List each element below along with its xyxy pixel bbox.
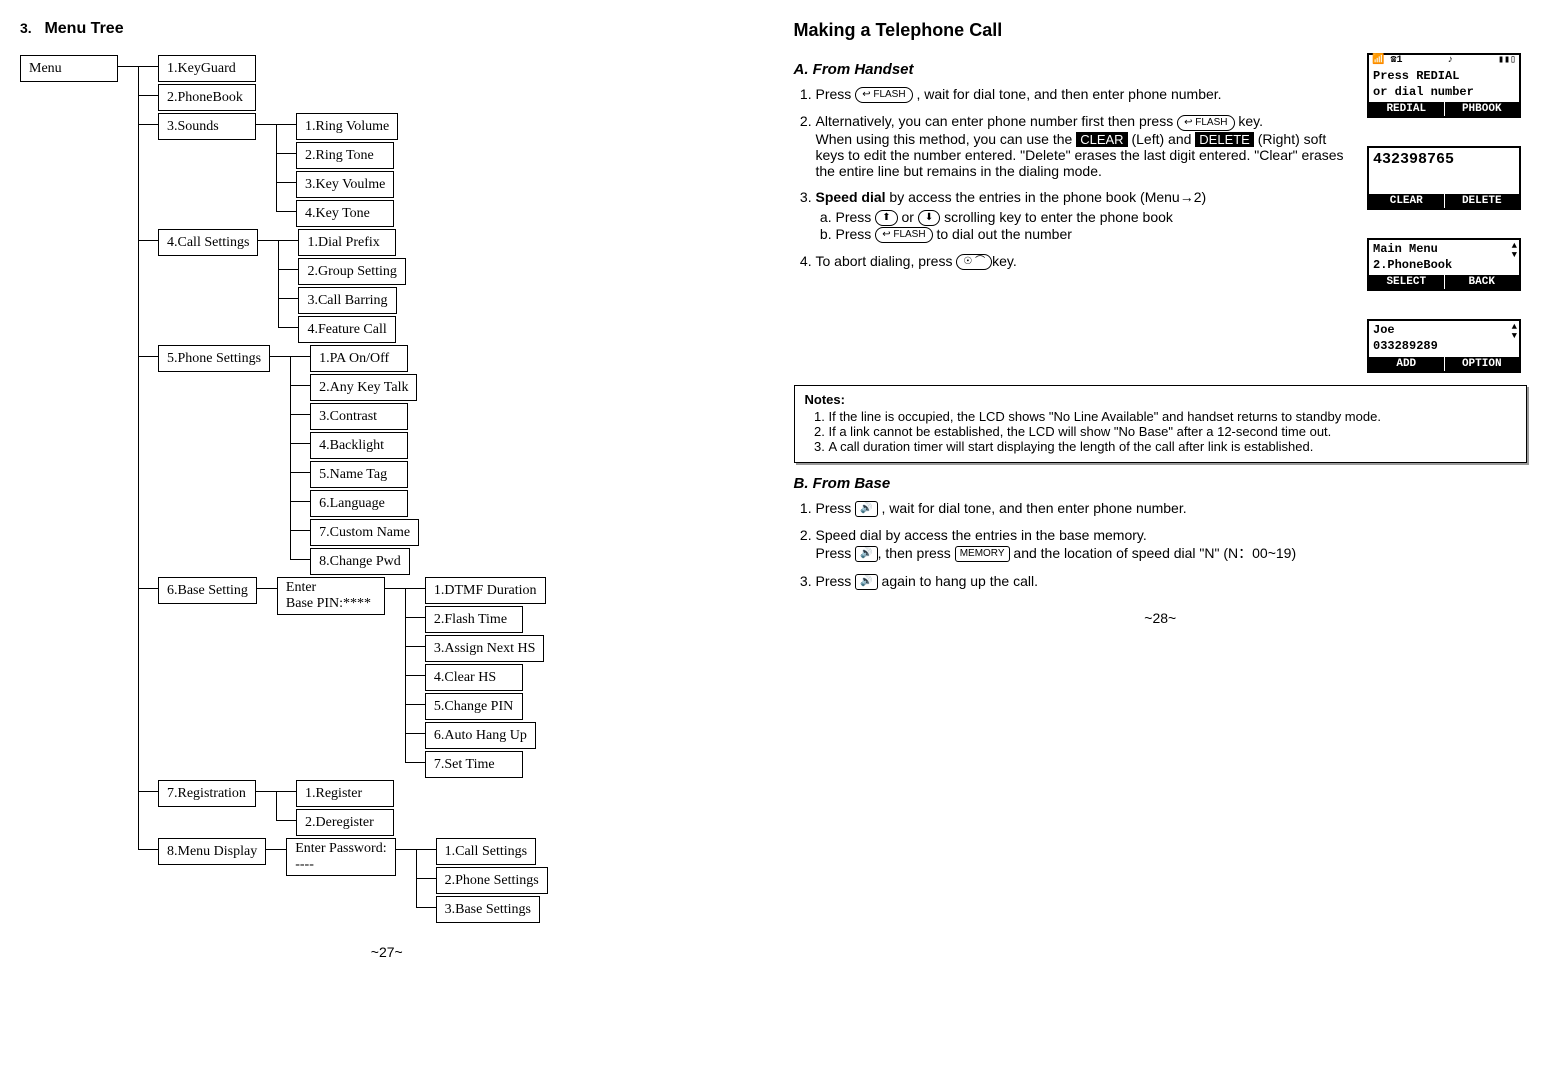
tree-subitem: 3.Key Voulme (296, 171, 394, 198)
tree-item: 3.Sounds (158, 113, 256, 140)
tree-item: 4.Call Settings (158, 229, 258, 256)
page-number-left: ~27~ (20, 944, 754, 960)
tree-subitem: 4.Clear HS (425, 664, 523, 691)
clear-softkey: CLEAR (1076, 132, 1127, 147)
notes-box: Notes: If the line is occupied, the LCD … (794, 385, 1528, 463)
tree-subitem: 4.Feature Call (298, 316, 396, 343)
tree-item: 1.KeyGuard (158, 55, 256, 82)
tree-subitem: 1.PA On/Off (310, 345, 408, 372)
tree-subitem: 3.Contrast (310, 403, 408, 430)
tree-subitem: 2.Deregister (296, 809, 394, 836)
tree-subitem: 2.Phone Settings (436, 867, 548, 894)
tree-subitem: 4.Key Tone (296, 200, 394, 227)
step-4: To abort dialing, press ☉ ⌒key. (816, 253, 1352, 270)
down-key-icon: ⬇ (918, 210, 940, 226)
delete-softkey: DELETE (1195, 132, 1254, 147)
tree-subitem: 2.Flash Time (425, 606, 523, 633)
lcd-screen-2: 432398765 CLEARDELETE (1367, 146, 1521, 210)
memory-key-icon: MEMORY (955, 546, 1010, 562)
right-page: Making a Telephone Call A. From Handset … (794, 20, 1528, 626)
section-heading: 3. Menu Tree (20, 20, 754, 38)
subsection-b: B. From Base (794, 475, 1528, 492)
tree-subitem: 8.Change Pwd (310, 548, 410, 575)
b-step-1: Press 🔊 , wait for dial tone, and then e… (816, 500, 1528, 517)
lcd-screen-3: ▲▼ Main Menu 2.PhoneBook SELECTBACK (1367, 238, 1521, 291)
flash-key-icon: ↩ FLASH (855, 87, 912, 103)
b-step-3: Press 🔊 again to hang up the call. (816, 573, 1528, 590)
tree-subitem: 2.Group Setting (298, 258, 405, 285)
lcd-screen-4: ▲▼ Joe 033289289 ADDOPTION (1367, 319, 1521, 372)
tree-mid-box: Enter Password:---- (286, 838, 395, 876)
up-key-icon: ⬆ (875, 210, 897, 226)
tree-item: 2.PhoneBook (158, 84, 256, 111)
step-2: Alternatively, you can enter phone numbe… (816, 113, 1352, 178)
tree-item: 8.Menu Display (158, 838, 266, 865)
tree-subitem: 1.Call Settings (436, 838, 536, 865)
tree-subitem: 5.Name Tag (310, 461, 408, 488)
subsection-a: A. From Handset (794, 61, 1352, 78)
tree-subitem: 6.Language (310, 490, 408, 517)
tree-subitem: 3.Base Settings (436, 896, 540, 923)
tree-subitem: 7.Set Time (425, 751, 523, 778)
tree-subitem: 7.Custom Name (310, 519, 419, 546)
b-step-2: Speed dial by access the entries in the … (816, 527, 1528, 563)
tree-item: 5.Phone Settings (158, 345, 270, 372)
step-1: Press ↩ FLASH , wait for dial tone, and … (816, 86, 1352, 103)
tree-subitem: 1.Register (296, 780, 394, 807)
menu-tree: Menu 1.KeyGuard2.PhoneBook3.Sounds 1.Ring… (20, 54, 754, 924)
lcd-screen-1: 📶 ☎1 ♪ ▮▮▯ Press REDIAL or dial number R… (1367, 53, 1521, 118)
left-page: 3. Menu Tree Menu 1.KeyGuard2.PhoneBook3… (20, 20, 754, 960)
tree-subitem: 2.Ring Tone (296, 142, 394, 169)
tree-root: Menu (20, 55, 118, 82)
speaker-key-icon: 🔊 (855, 574, 877, 590)
tree-subitem: 1.DTMF Duration (425, 577, 546, 604)
tree-mid-box: EnterBase PIN:**** (277, 577, 385, 615)
step-3: Speed dial by access the entries in the … (816, 189, 1352, 244)
tree-subitem: 2.Any Key Talk (310, 374, 417, 401)
flash-key-icon: ↩ FLASH (875, 227, 932, 243)
page-number-right: ~28~ (794, 610, 1528, 626)
tree-subitem: 6.Auto Hang Up (425, 722, 536, 749)
tree-subitem: 3.Call Barring (298, 287, 396, 314)
tree-subitem: 1.Ring Volume (296, 113, 398, 140)
tree-item: 7.Registration (158, 780, 256, 807)
page-title: Making a Telephone Call (794, 20, 1528, 41)
tree-subitem: 3.Assign Next HS (425, 635, 545, 662)
speaker-key-icon: 🔊 (855, 546, 877, 562)
end-key-icon: ☉ ⌒ (956, 254, 992, 270)
tree-subitem: 4.Backlight (310, 432, 408, 459)
speaker-key-icon: 🔊 (855, 501, 877, 517)
tree-subitem: 1.Dial Prefix (298, 229, 396, 256)
tree-subitem: 5.Change PIN (425, 693, 523, 720)
flash-key-icon: ↩ FLASH (1177, 115, 1234, 131)
tree-item: 6.Base Setting (158, 577, 257, 604)
